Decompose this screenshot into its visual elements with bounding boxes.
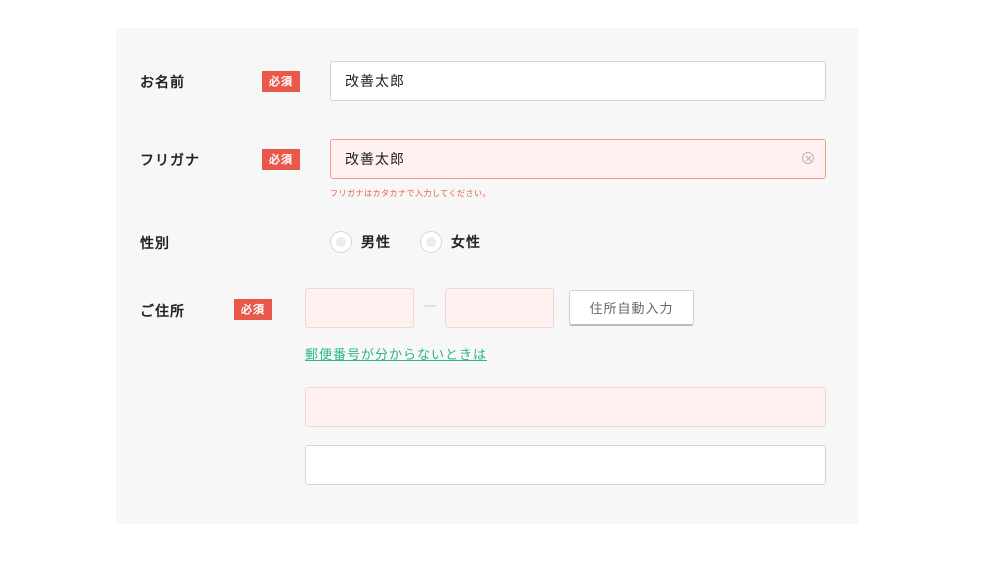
gender-option-male[interactable]: 男性 <box>330 231 391 253</box>
furigana-error-message: フリガナはカタカナで入力してください。 <box>330 189 492 198</box>
radio-female[interactable] <box>420 231 442 253</box>
postal-code-help-link[interactable]: 郵便番号が分からないときは <box>305 344 487 363</box>
address-line-1-input[interactable] <box>305 387 826 427</box>
postal-code-dash: — <box>423 298 437 314</box>
gender-option-female[interactable]: 女性 <box>420 231 481 253</box>
name-label: お名前 <box>140 75 185 91</box>
address-label: ご住所 <box>140 304 185 320</box>
address-line-2-input[interactable] <box>305 445 826 485</box>
gender-label: 性別 <box>140 236 170 252</box>
address-required-badge: 必須 <box>234 299 272 320</box>
form-panel: お名前 必須 改善太郎 フリガナ 必須 改善太郎 フリガナはカタカナで入力してく… <box>116 28 858 524</box>
clear-icon[interactable] <box>802 152 814 164</box>
furigana-required-badge: 必須 <box>262 149 300 170</box>
auto-address-button[interactable]: 住所自動入力 <box>569 290 694 326</box>
postal-code-first-input[interactable] <box>305 288 414 328</box>
gender-female-label: 女性 <box>451 235 481 251</box>
name-input[interactable]: 改善太郎 <box>330 61 826 101</box>
name-input-value: 改善太郎 <box>345 74 405 90</box>
furigana-input[interactable]: 改善太郎 <box>330 139 826 179</box>
name-required-badge: 必須 <box>262 71 300 92</box>
gender-male-label: 男性 <box>361 235 391 251</box>
postal-code-second-input[interactable] <box>445 288 554 328</box>
furigana-input-value: 改善太郎 <box>345 152 405 168</box>
radio-male[interactable] <box>330 231 352 253</box>
furigana-label: フリガナ <box>140 153 200 169</box>
